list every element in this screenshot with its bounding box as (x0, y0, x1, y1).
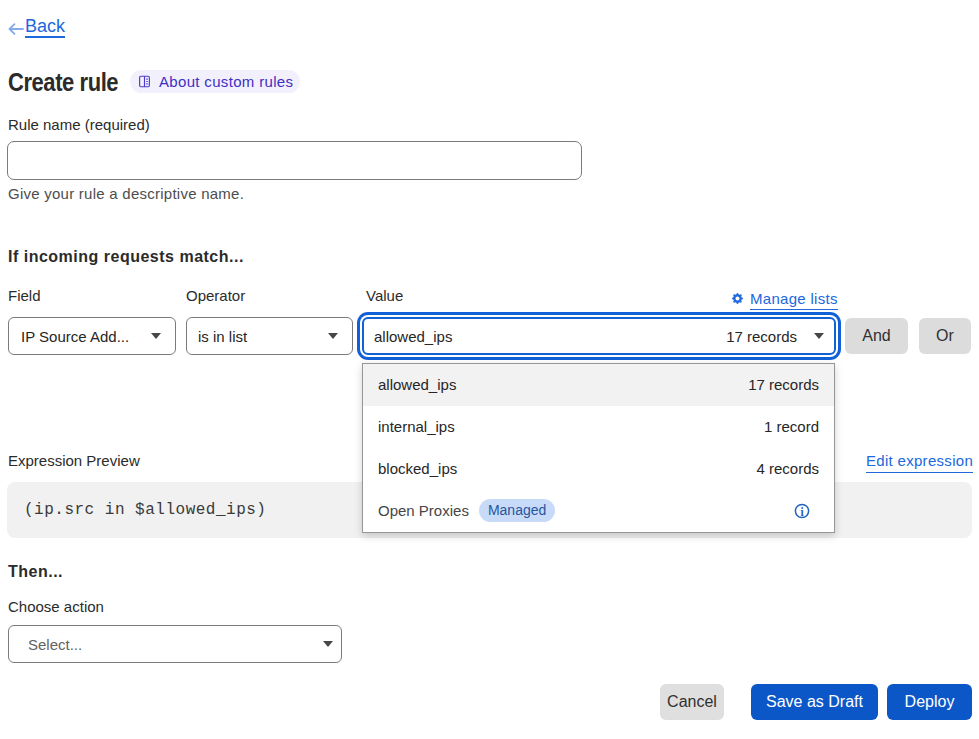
svg-text:i: i (800, 506, 804, 518)
